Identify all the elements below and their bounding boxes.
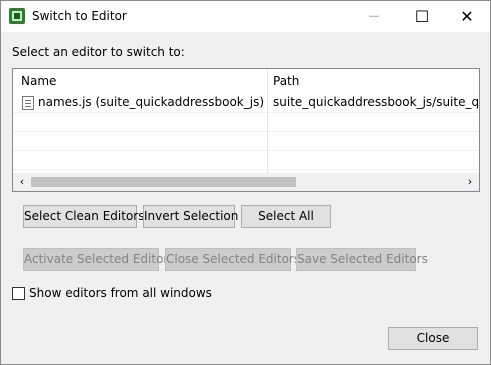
column-divider[interactable]	[267, 69, 268, 173]
invert-selection-button[interactable]: Invert Selection	[143, 205, 238, 228]
switch-to-editor-dialog: Switch to Editor ─ ☐ ✕ Select an editor …	[0, 0, 491, 365]
select-clean-editors-button[interactable]: Select Clean Editors	[23, 205, 144, 228]
editor-name: names.js (suite_quickaddressbook_js)	[38, 95, 265, 109]
title-bar: Switch to Editor ─ ☐ ✕	[1, 1, 490, 32]
table-header: Name Path	[13, 69, 479, 92]
scroll-right-icon[interactable]: ›	[463, 174, 477, 190]
show-all-windows-checkbox[interactable]	[12, 287, 25, 300]
maximize-icon[interactable]: ☐	[399, 1, 445, 32]
app-icon	[9, 8, 25, 24]
js-file-icon	[22, 96, 34, 110]
scroll-thumb[interactable]	[31, 177, 296, 187]
row-divider	[13, 131, 479, 132]
scroll-left-icon[interactable]: ‹	[15, 174, 29, 190]
horizontal-scrollbar[interactable]: ‹ ›	[13, 173, 479, 191]
dialog-prompt: Select an editor to switch to:	[12, 45, 185, 59]
row-divider	[13, 150, 479, 151]
editors-table[interactable]: Name Path names.js (suite_quickaddressbo…	[12, 68, 480, 192]
table-row[interactable]: names.js (suite_quickaddressbook_js) sui…	[13, 93, 479, 111]
editor-path: suite_quickaddressbook_js/suite_quickadd…	[273, 95, 479, 109]
column-header-path[interactable]: Path	[273, 74, 299, 88]
column-header-name[interactable]: Name	[21, 74, 56, 88]
row-divider	[13, 169, 479, 170]
window-title: Switch to Editor	[32, 9, 127, 23]
close-button[interactable]: Close	[388, 327, 478, 350]
activate-selected-editor-button[interactable]: Activate Selected Editor	[23, 248, 168, 271]
close-selected-editors-button[interactable]: Close Selected Editors	[165, 248, 300, 271]
save-selected-editors-button[interactable]: Save Selected Editors	[296, 248, 428, 271]
show-all-windows-label[interactable]: Show editors from all windows	[29, 286, 212, 300]
minimize-icon[interactable]: ─	[351, 1, 397, 32]
select-all-button[interactable]: Select All	[241, 205, 331, 228]
row-divider	[13, 112, 479, 113]
close-icon[interactable]: ✕	[444, 1, 490, 32]
